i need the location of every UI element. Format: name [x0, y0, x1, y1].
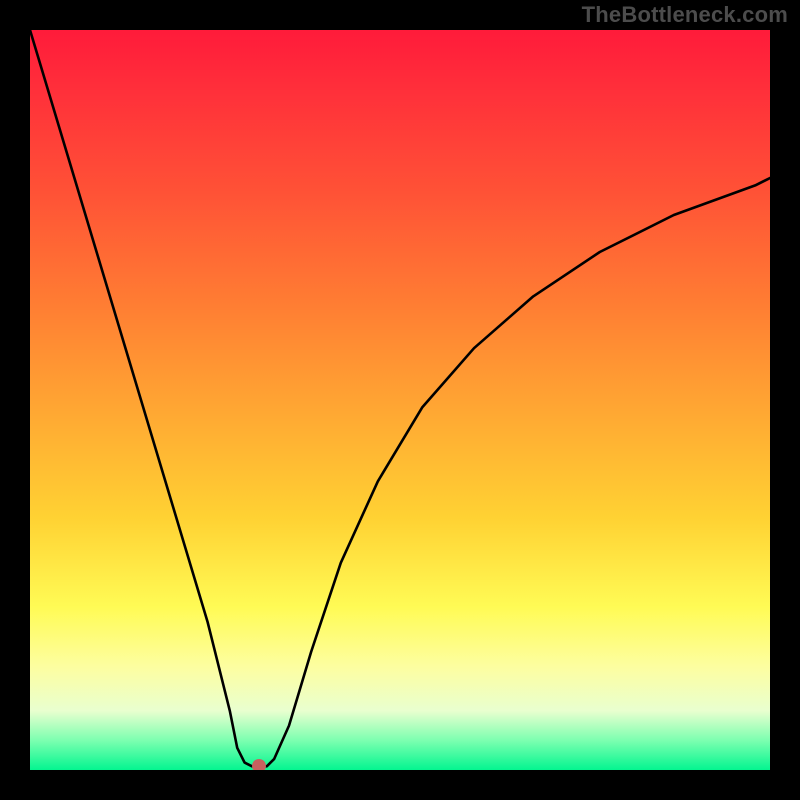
chart-frame: TheBottleneck.com [0, 0, 800, 800]
minimum-marker [252, 759, 266, 770]
curve-layer [30, 30, 770, 770]
plot-area [30, 30, 770, 770]
bottleneck-curve [30, 30, 770, 766]
watermark-text: TheBottleneck.com [582, 2, 788, 28]
